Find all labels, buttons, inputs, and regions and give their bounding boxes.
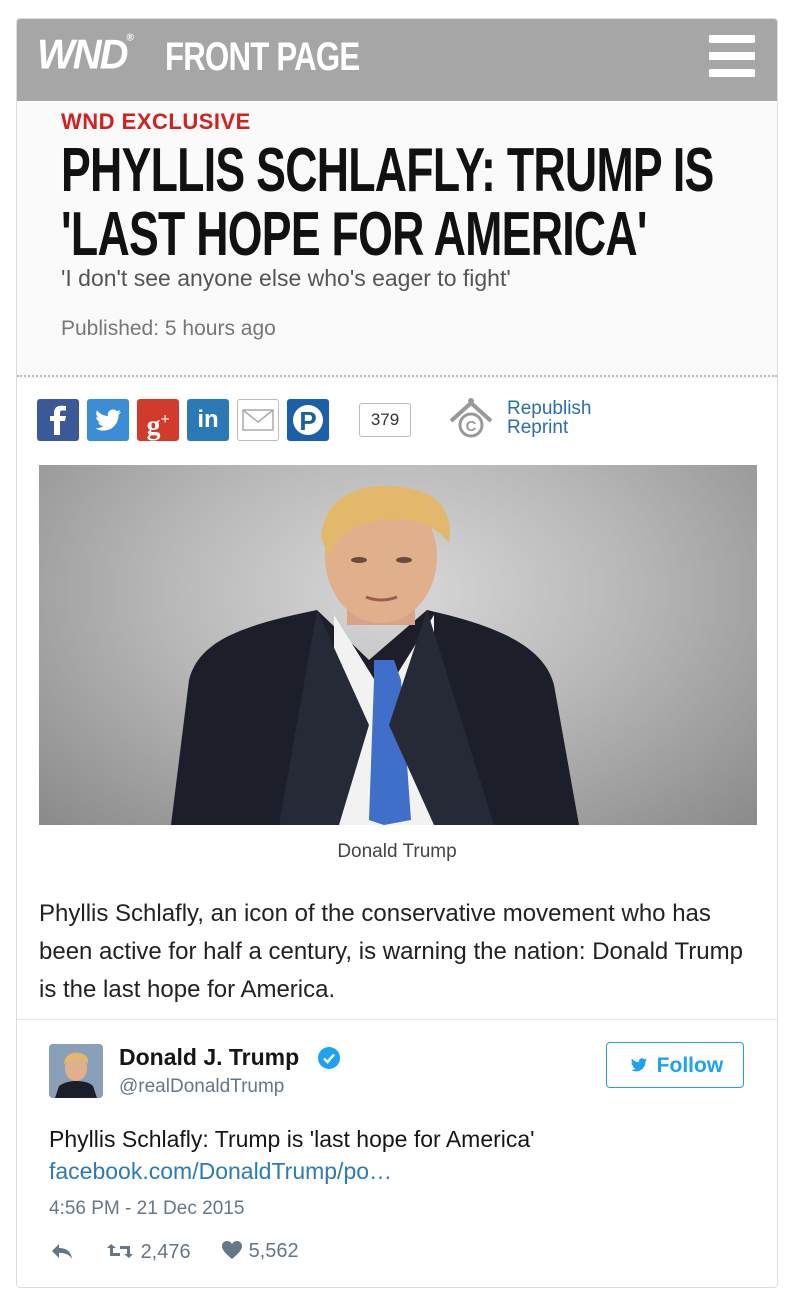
article-headline: PHYLLIS SCHLAFLY: TRUMP IS 'LAST HOPE FO… [61,136,714,269]
like-count: 5,562 [248,1240,299,1262]
facebook-icon[interactable] [37,399,79,441]
site-header: WND® FRONT PAGE [17,19,777,101]
site-logo[interactable]: WND® [37,32,134,79]
share-bar: g+ in P 379 C Republish Reprint [37,395,777,443]
reply-icon[interactable] [49,1240,75,1264]
tweet-actions: 2,476 5,562 [49,1240,449,1264]
twitter-icon[interactable] [87,399,129,441]
google-plus-icon[interactable]: g+ [137,399,179,441]
screenshot-card: WND® FRONT PAGE WND EXCLUSIVE PHYLLIS SC… [16,18,778,1288]
article-kicker: WND EXCLUSIVE [61,109,251,134]
tweet-author-name[interactable]: Donald J. Trump [119,1044,299,1071]
heart-icon [222,1241,242,1259]
share-count: 379 [359,403,411,437]
follow-button[interactable]: Follow [606,1042,744,1088]
photo-caption: Donald Trump [337,841,457,862]
tweet-author-handle[interactable]: @realDonaldTrump [119,1076,284,1098]
linkedin-icon[interactable]: in [187,399,229,441]
svg-text:P: P [299,406,316,436]
verified-badge-icon [317,1046,341,1070]
copyright-house-icon[interactable]: C [447,397,495,441]
pinterest-icon[interactable]: P [287,399,329,441]
email-icon[interactable] [237,399,279,441]
article-photo [39,465,757,825]
tweet-timestamp[interactable]: 4:56 PM - 21 Dec 2015 [49,1198,244,1220]
tweet-text: Phyllis Schlafly: Trump is 'last hope fo… [49,1126,535,1152]
menu-icon[interactable] [709,35,755,83]
retweet-icon [107,1244,133,1258]
article-subheadline: 'I don't see anyone else who's eager to … [61,265,511,291]
republish-reprint-link[interactable]: Republish Reprint [507,399,592,437]
like-button[interactable]: 5,562 [221,1240,299,1264]
follow-label: Follow [656,1054,724,1077]
tweet-link[interactable]: facebook.com/DonaldTrump/po… [49,1158,392,1185]
twitter-bird-icon [630,1058,647,1072]
avatar[interactable] [49,1044,103,1098]
published-time: Published: 5 hours ago [61,317,276,340]
section-title: FRONT PAGE [165,35,360,79]
svg-text:C: C [466,418,477,435]
retweet-button[interactable]: 2,476 [105,1240,191,1264]
embedded-tweet: Donald J. Trump @realDonaldTrump Follow … [17,1019,777,1287]
divider [17,375,777,377]
retweet-count: 2,476 [140,1241,191,1263]
article-body: Phyllis Schlafly, an icon of the conserv… [39,900,743,1003]
article-header: WND EXCLUSIVE PHYLLIS SCHLAFLY: TRUMP IS… [17,101,777,379]
